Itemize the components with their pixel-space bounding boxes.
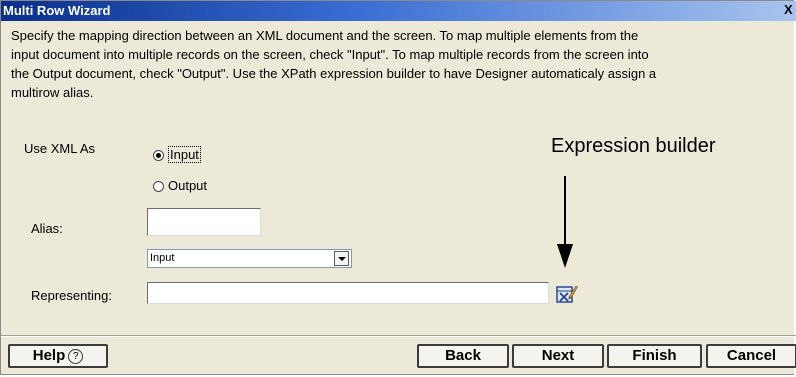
instructions-text: Specify the mapping direction between an… [11, 26, 796, 102]
mapping-select[interactable]: Input [147, 249, 352, 268]
alias-input[interactable] [147, 208, 261, 236]
chevron-down-icon[interactable] [334, 251, 349, 266]
instructions-line: input document into multiple records on … [11, 47, 649, 62]
radio-output-label: Output [168, 178, 208, 193]
instructions-line: Specify the mapping direction between an… [11, 28, 639, 43]
annotation-arrow-line [564, 176, 566, 246]
expression-builder-icon[interactable] [556, 284, 578, 304]
expression-builder-annotation: Expression builder [551, 135, 716, 157]
alias-label: Alias: [31, 221, 63, 236]
footer-separator [1, 335, 796, 337]
instructions-line: the Output document, check "Output". Use… [11, 66, 657, 81]
radio-output-circle[interactable] [153, 181, 164, 192]
cancel-button[interactable]: Cancel [706, 344, 796, 368]
help-button-label: Help [32, 347, 66, 364]
radio-input-label: Input [168, 146, 201, 163]
use-xml-as-label: Use XML As [24, 141, 96, 156]
help-icon: ? [68, 349, 84, 364]
instructions-line: multirow alias. [11, 85, 94, 100]
radio-output[interactable]: Output [153, 178, 207, 194]
finish-button[interactable]: Finish [607, 344, 702, 368]
annotation-arrow-head [557, 244, 573, 268]
close-icon[interactable]: X [784, 2, 796, 18]
title-bar[interactable]: Multi Row Wizard X [1, 1, 796, 21]
next-button[interactable]: Next [512, 344, 604, 368]
mapping-select-value: Input [150, 252, 175, 264]
representing-input[interactable] [147, 282, 549, 304]
window-title: Multi Row Wizard [3, 3, 111, 18]
radio-input[interactable]: Input [153, 146, 201, 163]
representing-label: Representing: [31, 288, 112, 303]
multi-row-wizard-dialog: Multi Row Wizard X Specify the mapping d… [0, 0, 796, 375]
back-button[interactable]: Back [417, 344, 509, 368]
help-button[interactable]: Help? [8, 344, 108, 368]
radio-input-circle[interactable] [153, 150, 164, 161]
